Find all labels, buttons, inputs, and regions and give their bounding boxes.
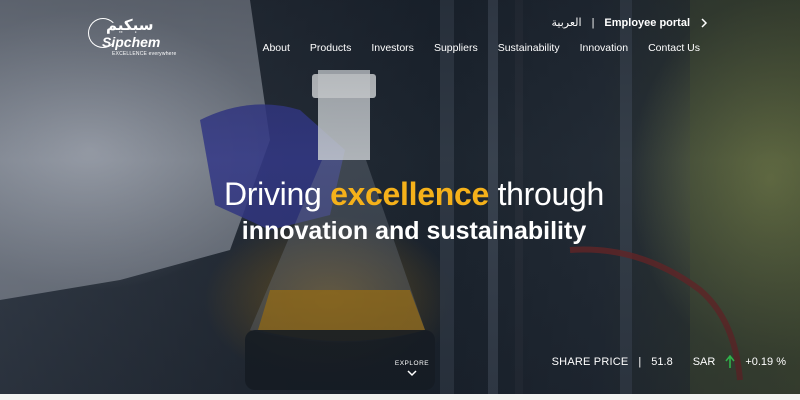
chevron-right-icon[interactable]: [700, 17, 708, 28]
utility-separator: |: [591, 16, 595, 29]
chevron-down-icon: [407, 370, 417, 377]
explore-button[interactable]: EXPLORE: [392, 360, 432, 377]
nav-item-suppliers[interactable]: Suppliers: [434, 42, 478, 54]
nav-item-products[interactable]: Products: [310, 42, 351, 54]
logo-tagline: EXCELLENCE everywhere: [112, 51, 177, 57]
headline-line-2: innovation and sustainability: [241, 217, 587, 245]
hero-headline: Driving excellence through innovation an…: [0, 176, 800, 246]
arabic-language-link[interactable]: العربية: [552, 16, 582, 29]
logo-name: Sipchem: [102, 34, 161, 50]
headline-line-1: Driving excellence through: [0, 176, 800, 213]
arrow-up-icon: [725, 355, 735, 368]
share-price-change: +0.19 %: [745, 356, 786, 368]
share-price-value: 51.8: [651, 356, 673, 368]
share-separator: |: [638, 356, 642, 368]
employee-portal-link[interactable]: Employee portal: [604, 17, 690, 29]
nav-item-investors[interactable]: Investors: [371, 42, 414, 54]
main-nav: About Products Investors Suppliers Susta…: [262, 42, 700, 54]
headline-after: through: [488, 176, 605, 212]
sipchem-logo[interactable]: سبكيم Sipchem EXCELLENCE everywhere: [88, 16, 178, 60]
nav-item-sustainability[interactable]: Sustainability: [498, 42, 560, 54]
utility-bar: العربية | Employee portal: [552, 16, 709, 29]
hero-section: سبكيم Sipchem EXCELLENCE everywhere العر…: [0, 0, 800, 400]
share-price-label: SHARE PRICE: [551, 356, 629, 368]
headline-accent: excellence: [330, 176, 489, 212]
explore-label: EXPLORE: [394, 360, 430, 367]
headline-before: Driving: [223, 176, 331, 212]
nav-item-contact-us[interactable]: Contact Us: [648, 42, 700, 54]
logo-arabic-text: سبكيم: [106, 16, 154, 34]
share-currency: SAR: [692, 356, 716, 368]
page-bottom-edge: [0, 394, 800, 400]
share-price-ticker: SHARE PRICE | 51.8 SAR +0.19 %: [552, 355, 786, 369]
nav-item-innovation[interactable]: Innovation: [580, 42, 628, 54]
nav-item-about[interactable]: About: [262, 42, 289, 54]
